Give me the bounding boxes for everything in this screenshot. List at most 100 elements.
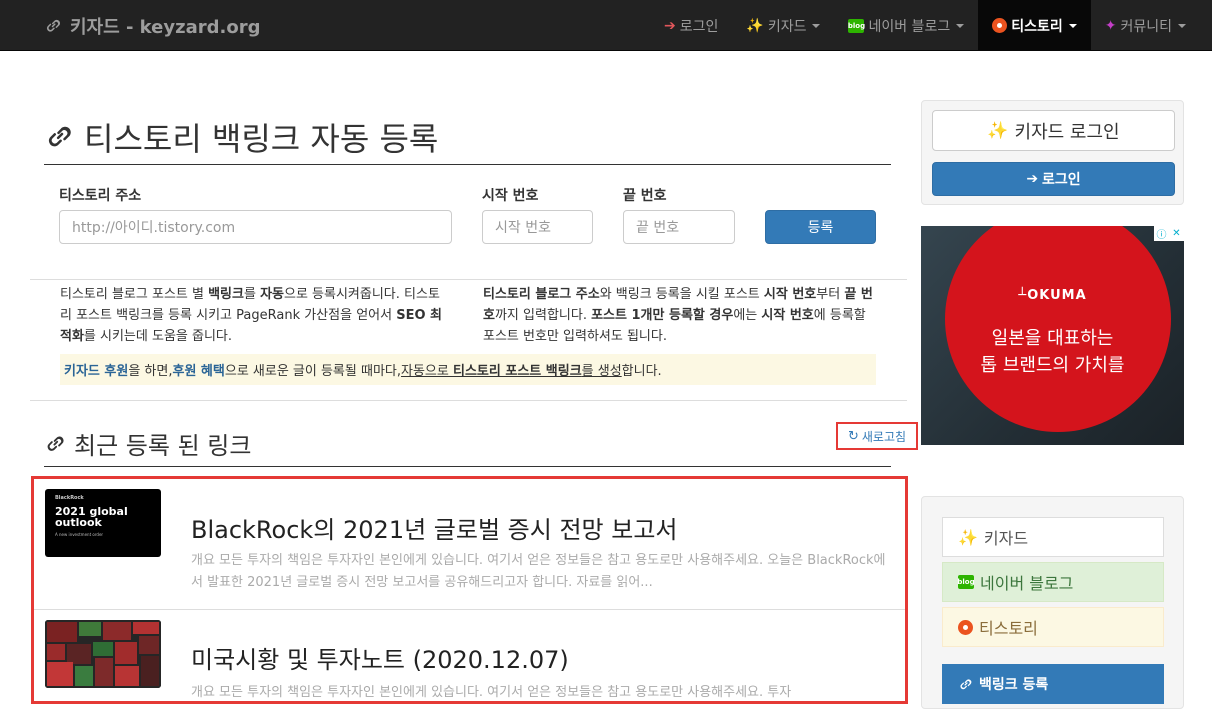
nav-community-label: 커뮤니티 <box>1120 18 1172 35</box>
divider <box>30 400 907 401</box>
divider <box>30 279 907 280</box>
keyzard-login-button[interactable]: ✨ 키자드 로그인 <box>932 110 1175 151</box>
recent-links-list: BlackRock 2021 global outlook A new inve… <box>31 476 908 704</box>
page-title: 티스토리 백링크 자동 등록 <box>44 114 438 160</box>
navbar: 키자드 - keyzard.org ➔ 로그인 ✨ 키자드 blog 네이버 블… <box>0 0 1212 51</box>
description-emphasis: 자동 <box>260 287 284 302</box>
nav-naver-blog[interactable]: blog 네이버 블로그 <box>834 0 978 51</box>
list-item[interactable]: BlackRock 2021 global outlook A new inve… <box>34 479 905 610</box>
description-text: 티스토리 블로그 포스트 별 <box>60 287 209 302</box>
description-emphasis: 백링크 <box>208 287 244 302</box>
recent-links-title: 최근 등록 된 링크 <box>44 426 251 461</box>
advertisement[interactable]: ┴OKUMA 일본을 대표하는 톱 브랜드의 가치를 ⓘ ✕ <box>921 226 1184 445</box>
post-thumbnail <box>45 620 161 688</box>
description-emphasis: 시작 번호 <box>761 308 814 323</box>
ad-badges: ⓘ ✕ <box>1154 226 1184 241</box>
nav-login[interactable]: ➔ 로그인 <box>650 0 732 51</box>
recent-links-title-text: 최근 등록 된 링크 <box>74 432 252 460</box>
ad-close-icon[interactable]: ✕ <box>1169 226 1184 241</box>
notice-text: 을 하면, <box>128 364 173 379</box>
brand-link[interactable]: 키자드 - keyzard.org <box>44 13 260 39</box>
caret-down-icon <box>956 23 965 28</box>
post-thumbnail: BlackRock 2021 global outlook A new inve… <box>45 489 161 557</box>
thumbnail-brand: BlackRock <box>55 495 84 501</box>
start-number-label: 시작 번호 <box>482 188 539 204</box>
brand-title: 키자드 - keyzard.org <box>70 17 261 38</box>
tistory-icon <box>992 18 1008 33</box>
list-item[interactable]: 미국시황 및 투자노트 (2020.12.07) 개요 모든 투자의 책임은 투… <box>34 610 905 701</box>
description-text: 와 백링크 등록을 시킬 포스트 <box>599 287 764 302</box>
tistory-address-input[interactable]: http://아이디.tistory.com <box>59 210 452 244</box>
notice-text: 으로 새로운 글이 등록될 때마다, <box>224 364 402 379</box>
main-content: 티스토리 백링크 자동 등록 티스토리 주소 http://아이디.tistor… <box>30 52 918 709</box>
nav-menu: ➔ 로그인 ✨ 키자드 blog 네이버 블로그 티스토리 ✦ 커뮤니티 <box>650 0 1200 51</box>
notice-text: 를 생성 <box>581 364 622 379</box>
sidebar-item-keyzard[interactable]: ✨ 키자드 <box>942 517 1164 557</box>
sidebar-item-label: 티스토리 <box>979 619 1038 638</box>
post-title[interactable]: 미국시황 및 투자노트 (2020.12.07) <box>191 640 569 675</box>
nav-login-label: 로그인 <box>679 18 719 35</box>
login-button-label: 로그인 <box>1042 172 1081 188</box>
sidebar-item-tistory[interactable]: 티스토리 <box>942 607 1164 647</box>
nav-community[interactable]: ✦ 커뮤니티 <box>1091 0 1200 51</box>
notice-bold: 티스토리 포스트 백링크 <box>453 364 582 379</box>
tistory-icon <box>958 619 973 635</box>
description-text: 를 <box>243 287 261 302</box>
nav-tistory-label: 티스토리 <box>1011 18 1063 35</box>
description-emphasis: 시작 번호 <box>763 287 817 302</box>
keyzard-login-label: 키자드 로그인 <box>1014 121 1120 143</box>
caret-down-icon <box>1178 23 1186 28</box>
link-icon <box>48 126 71 147</box>
thumbnail-headline: 2021 global outlook <box>55 505 128 529</box>
sponsor-link[interactable]: 키자드 후원 <box>64 360 128 379</box>
naver-blog-icon: blog <box>848 18 865 33</box>
refresh-button[interactable]: ↻ 새로고침 <box>836 422 918 450</box>
ad-headline-1: 일본을 대표하는 <box>991 328 1114 349</box>
sponsor-benefit-link[interactable]: 후원 혜택 <box>172 360 224 379</box>
description-text: 를 시키는데 도움을 줍니다. <box>83 329 233 344</box>
link-icon <box>47 435 64 451</box>
description-emphasis: 티스토리 블로그 주소 <box>483 287 600 302</box>
login-button[interactable]: ➔ 로그인 <box>932 162 1175 196</box>
post-excerpt: 개요 모든 투자의 책임은 투자자인 본인에게 있습니다. 여기서 얻은 정보들… <box>191 685 792 700</box>
notice-underlined: 자동으로 티스토리 포스트 백링크를 생성 <box>401 360 622 379</box>
sidebar-item-label: 백링크 등록 <box>979 677 1049 693</box>
notice-text: 자동으로 <box>401 364 453 379</box>
link-icon <box>46 19 61 32</box>
satellite-icon: ✦ <box>1104 17 1117 34</box>
sign-in-icon: ➔ <box>664 17 676 34</box>
refresh-icon: ↻ <box>847 428 859 444</box>
sponsor-notice: 키자드 후원 을 하면, 후원 혜택 으로 새로운 글이 등록될 때마다, 자동… <box>60 354 876 385</box>
sidebar-menu-panel: ✨ 키자드 blog 네이버 블로그 티스토리 백링크 등록 <box>921 496 1184 709</box>
end-number-label: 끝 번호 <box>623 188 667 204</box>
sidebar-item-naver-blog[interactable]: blog 네이버 블로그 <box>942 562 1164 602</box>
nav-tistory[interactable]: 티스토리 <box>978 0 1091 51</box>
divider <box>44 466 891 467</box>
start-number-input[interactable]: 시작 번호 <box>482 210 593 244</box>
nav-keyzard[interactable]: ✨ 키자드 <box>732 0 834 51</box>
description-left: 티스토리 블로그 포스트 별 백링크를 자동으로 등록시켜줍니다. 티스토리 포… <box>60 284 445 347</box>
ad-brand-text: OKUMA <box>1027 288 1087 303</box>
ad-headline-2: 톱 브랜드의 가치를 <box>980 355 1125 376</box>
caret-down-icon <box>1068 23 1077 28</box>
sidebar-item-label: 키자드 <box>983 529 1029 548</box>
magic-wand-icon: ✨ <box>987 120 1009 141</box>
sidebar-item-backlink-register[interactable]: 백링크 등록 <box>942 664 1164 704</box>
sidebar-login-panel: ✨ 키자드 로그인 ➔ 로그인 <box>921 100 1184 205</box>
sidebar-item-label: 네이버 블로그 <box>980 574 1074 593</box>
register-button[interactable]: 등록 <box>765 210 876 244</box>
description-text: 까지 입력합니다. <box>494 308 592 323</box>
ad-info-icon[interactable]: ⓘ <box>1154 226 1169 241</box>
nav-keyzard-label: 키자드 <box>767 18 807 35</box>
post-title[interactable]: BlackRock의 2021년 글로벌 증시 전망 보고서 <box>191 510 678 545</box>
description-text: 부터 <box>816 287 845 302</box>
caret-down-icon <box>812 23 821 28</box>
end-number-input[interactable]: 끝 번호 <box>623 210 735 244</box>
ad-logo-icon: ┴ <box>1018 288 1028 303</box>
description-text: 에는 <box>733 308 762 323</box>
magic-wand-icon: ✨ <box>958 527 978 547</box>
magic-wand-icon: ✨ <box>746 17 764 34</box>
notice-text: 합니다. <box>621 364 662 379</box>
nav-naver-blog-label: 네이버 블로그 <box>868 18 951 35</box>
description-emphasis: 포스트 1개만 등록할 경우 <box>591 308 734 323</box>
